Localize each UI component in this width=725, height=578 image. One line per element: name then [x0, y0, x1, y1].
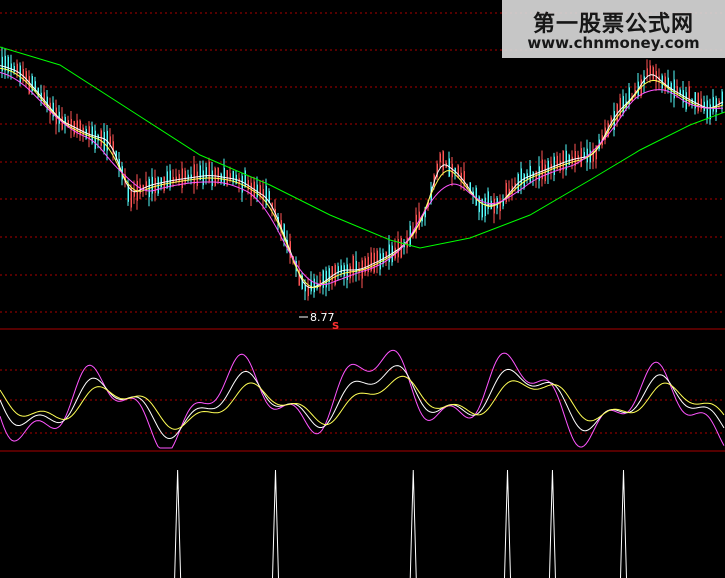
signal-spike	[504, 469, 511, 578]
candle-body	[220, 173, 222, 182]
candle-body	[538, 166, 540, 181]
watermark-banner: 第一股票公式网 www.chnmoney.com	[502, 0, 725, 58]
candle-body	[544, 164, 546, 182]
candle-body	[199, 165, 201, 181]
moving-averages	[0, 46, 725, 289]
candle-body	[79, 120, 81, 136]
candlesticks	[1, 46, 723, 301]
candle-body	[217, 167, 219, 182]
candle-body	[169, 170, 171, 188]
candle-body	[178, 173, 180, 182]
candle-body	[685, 92, 687, 110]
candle-body	[154, 177, 156, 194]
candle-body	[562, 150, 564, 171]
candle-body	[520, 168, 522, 185]
candle-body	[451, 163, 453, 178]
candle-body	[193, 164, 195, 184]
candle-body	[13, 66, 15, 72]
signal-spike	[409, 469, 417, 578]
candle-body	[4, 55, 6, 71]
stock-chart: 8.77 S	[0, 12, 725, 578]
candle-body	[166, 171, 168, 188]
candle-body	[547, 160, 549, 175]
candle-body	[94, 130, 96, 149]
candle-body	[622, 96, 624, 114]
ma-long-line	[0, 72, 724, 285]
candle-body	[340, 265, 342, 273]
ma-mid-line	[0, 67, 724, 288]
watermark-url: www.chnmoney.com	[527, 34, 700, 52]
candle-body	[652, 67, 654, 80]
candle-body	[706, 100, 708, 120]
candle-body	[310, 280, 312, 292]
candle-body	[673, 79, 675, 99]
candle-body	[442, 151, 444, 171]
candle-body	[352, 255, 354, 276]
osc-slow-line	[0, 365, 725, 440]
candle-body	[187, 174, 189, 180]
candle-body	[322, 270, 324, 288]
signal-spike	[620, 469, 627, 578]
osc-mid-line	[0, 375, 725, 430]
candle-body	[439, 153, 441, 163]
sell-signal-marker: S	[332, 321, 339, 332]
candle-body	[313, 278, 315, 293]
signal-panel	[174, 469, 627, 578]
candle-body	[214, 168, 216, 186]
candle-body	[721, 91, 723, 106]
candle-body	[529, 165, 531, 182]
candle-body	[304, 285, 306, 292]
candle-body	[712, 97, 714, 112]
grid-lines	[0, 12, 725, 452]
candle-body	[649, 65, 651, 75]
candle-body	[130, 188, 132, 208]
candle-body	[175, 176, 177, 182]
candle-body	[181, 168, 183, 189]
candle-body	[478, 196, 480, 213]
candle-body	[697, 92, 699, 112]
candle-body	[109, 136, 111, 145]
ma-short-line	[0, 65, 724, 289]
candle-body	[484, 197, 486, 216]
candle-body	[229, 173, 231, 181]
candle-body	[688, 86, 690, 106]
signal-spike	[548, 469, 556, 578]
candle-body	[103, 131, 105, 151]
low-price-label: 8.77	[310, 311, 335, 324]
candle-body	[10, 63, 12, 72]
signal-spike	[272, 469, 279, 578]
candle-body	[244, 170, 246, 187]
ma-longest-line	[0, 46, 725, 249]
signal-spike	[174, 469, 182, 578]
candle-body	[475, 187, 477, 206]
candle-body	[205, 167, 207, 179]
candle-body	[325, 270, 327, 288]
candle-body	[145, 181, 147, 190]
candle-body	[577, 155, 579, 161]
candle-body	[88, 126, 90, 139]
